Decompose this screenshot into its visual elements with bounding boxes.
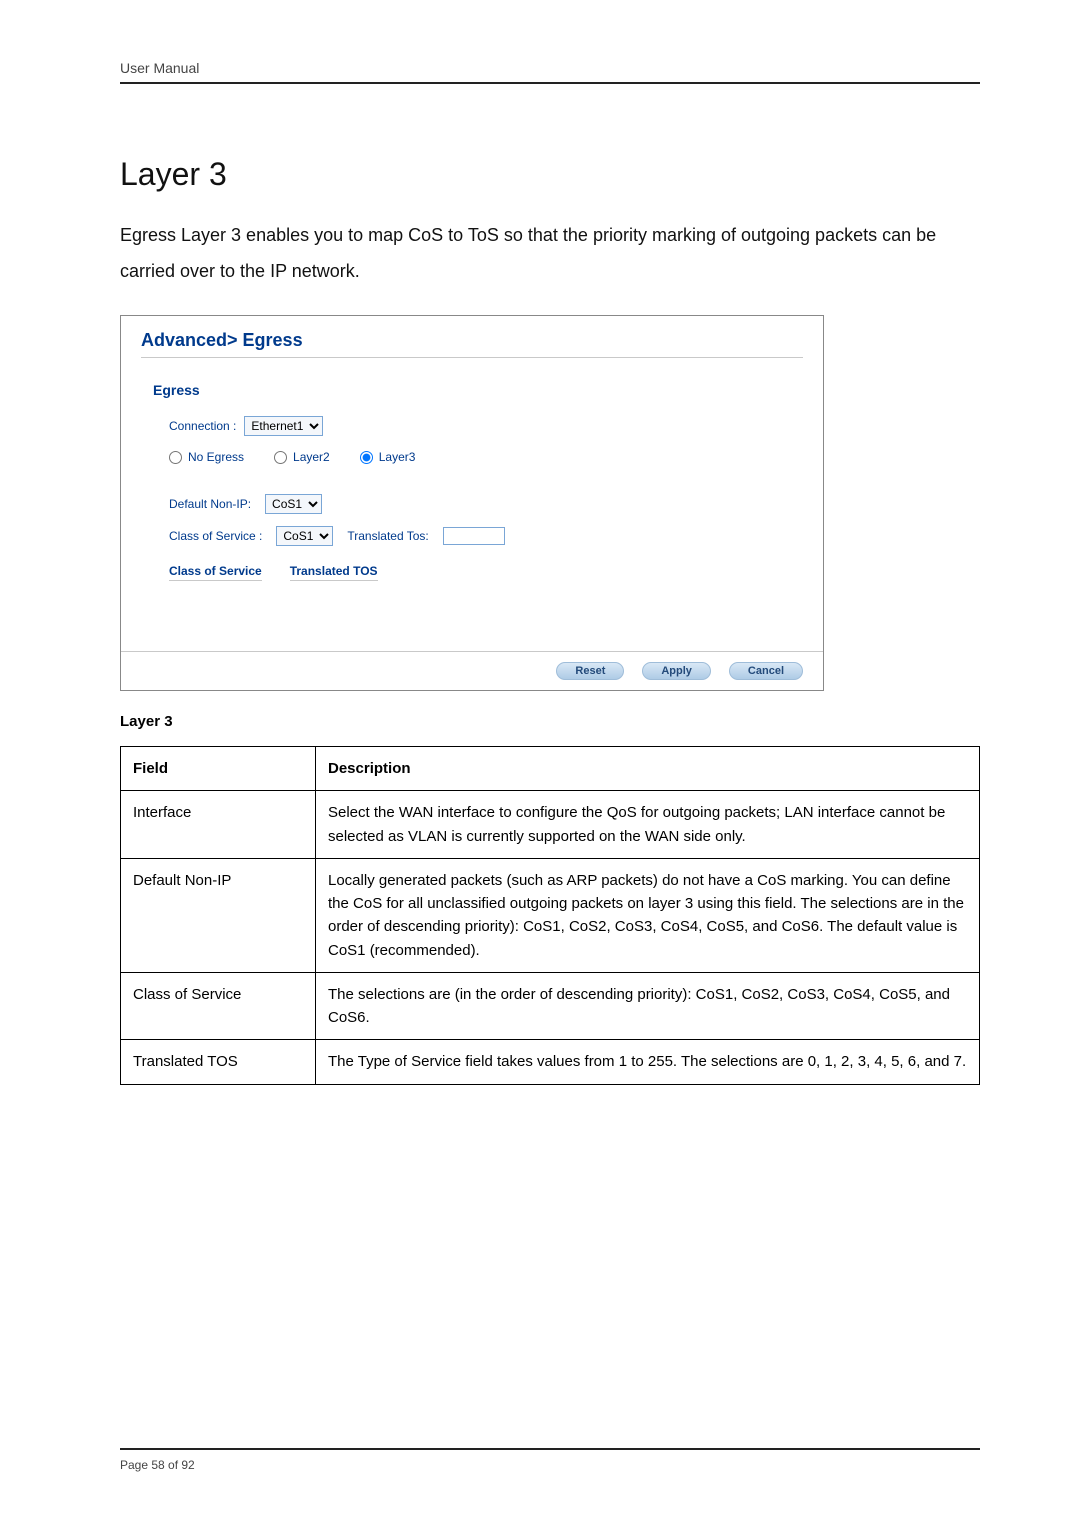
page-number: Page 58 of 92 <box>120 1458 980 1472</box>
table-cell-field: Default Non-IP <box>121 858 316 972</box>
default-non-ip-select[interactable]: CoS1 <box>265 494 322 514</box>
translated-tos-label: Translated Tos: <box>347 529 428 543</box>
intro-paragraph: Egress Layer 3 enables you to map CoS to… <box>120 217 980 289</box>
egress-section-label: Egress <box>153 382 803 398</box>
class-of-service-select[interactable]: CoS1 <box>276 526 333 546</box>
no-egress-label: No Egress <box>188 450 244 464</box>
table-cell-desc: Locally generated packets (such as ARP p… <box>316 858 980 972</box>
apply-button[interactable]: Apply <box>642 662 711 680</box>
reset-button[interactable]: Reset <box>556 662 624 680</box>
header-rule <box>120 82 980 84</box>
table-row: Default Non-IP Locally generated packets… <box>121 858 980 972</box>
table-cell-field: Class of Service <box>121 972 316 1040</box>
class-of-service-label: Class of Service : <box>169 529 262 543</box>
footer-rule <box>120 1448 980 1450</box>
layer2-radio[interactable] <box>274 451 287 464</box>
table-cell-field: Interface <box>121 791 316 859</box>
table-head-desc: Description <box>316 747 980 791</box>
page-title: Layer 3 <box>120 156 980 193</box>
translated-tos-input[interactable] <box>443 527 505 545</box>
egress-screenshot: Advanced> Egress Egress Connection : Eth… <box>120 315 824 691</box>
figure-caption: Layer 3 <box>120 713 980 730</box>
cancel-button[interactable]: Cancel <box>729 662 803 680</box>
default-non-ip-label: Default Non-IP: <box>169 497 251 511</box>
connection-label: Connection : <box>169 419 236 433</box>
header-label: User Manual <box>120 60 980 76</box>
table-cell-field: Translated TOS <box>121 1040 316 1084</box>
table-cell-desc: The Type of Service field takes values f… <box>316 1040 980 1084</box>
connection-select[interactable]: Ethernet1 <box>244 416 323 436</box>
no-egress-radio[interactable] <box>169 451 182 464</box>
table-head-field: Field <box>121 747 316 791</box>
screenshot-title: Advanced> Egress <box>141 330 803 358</box>
table-row: Translated TOS The Type of Service field… <box>121 1040 980 1084</box>
field-description-table: Field Description Interface Select the W… <box>120 746 980 1085</box>
layer3-label: Layer3 <box>379 450 416 464</box>
layer2-label: Layer2 <box>293 450 330 464</box>
table-row: Interface Select the WAN interface to co… <box>121 791 980 859</box>
ttos-header: Translated TOS <box>290 564 378 581</box>
layer3-radio[interactable] <box>360 451 373 464</box>
table-row: Class of Service The selections are (in … <box>121 972 980 1040</box>
cos-header: Class of Service <box>169 564 262 581</box>
table-cell-desc: Select the WAN interface to configure th… <box>316 791 980 859</box>
table-cell-desc: The selections are (in the order of desc… <box>316 972 980 1040</box>
